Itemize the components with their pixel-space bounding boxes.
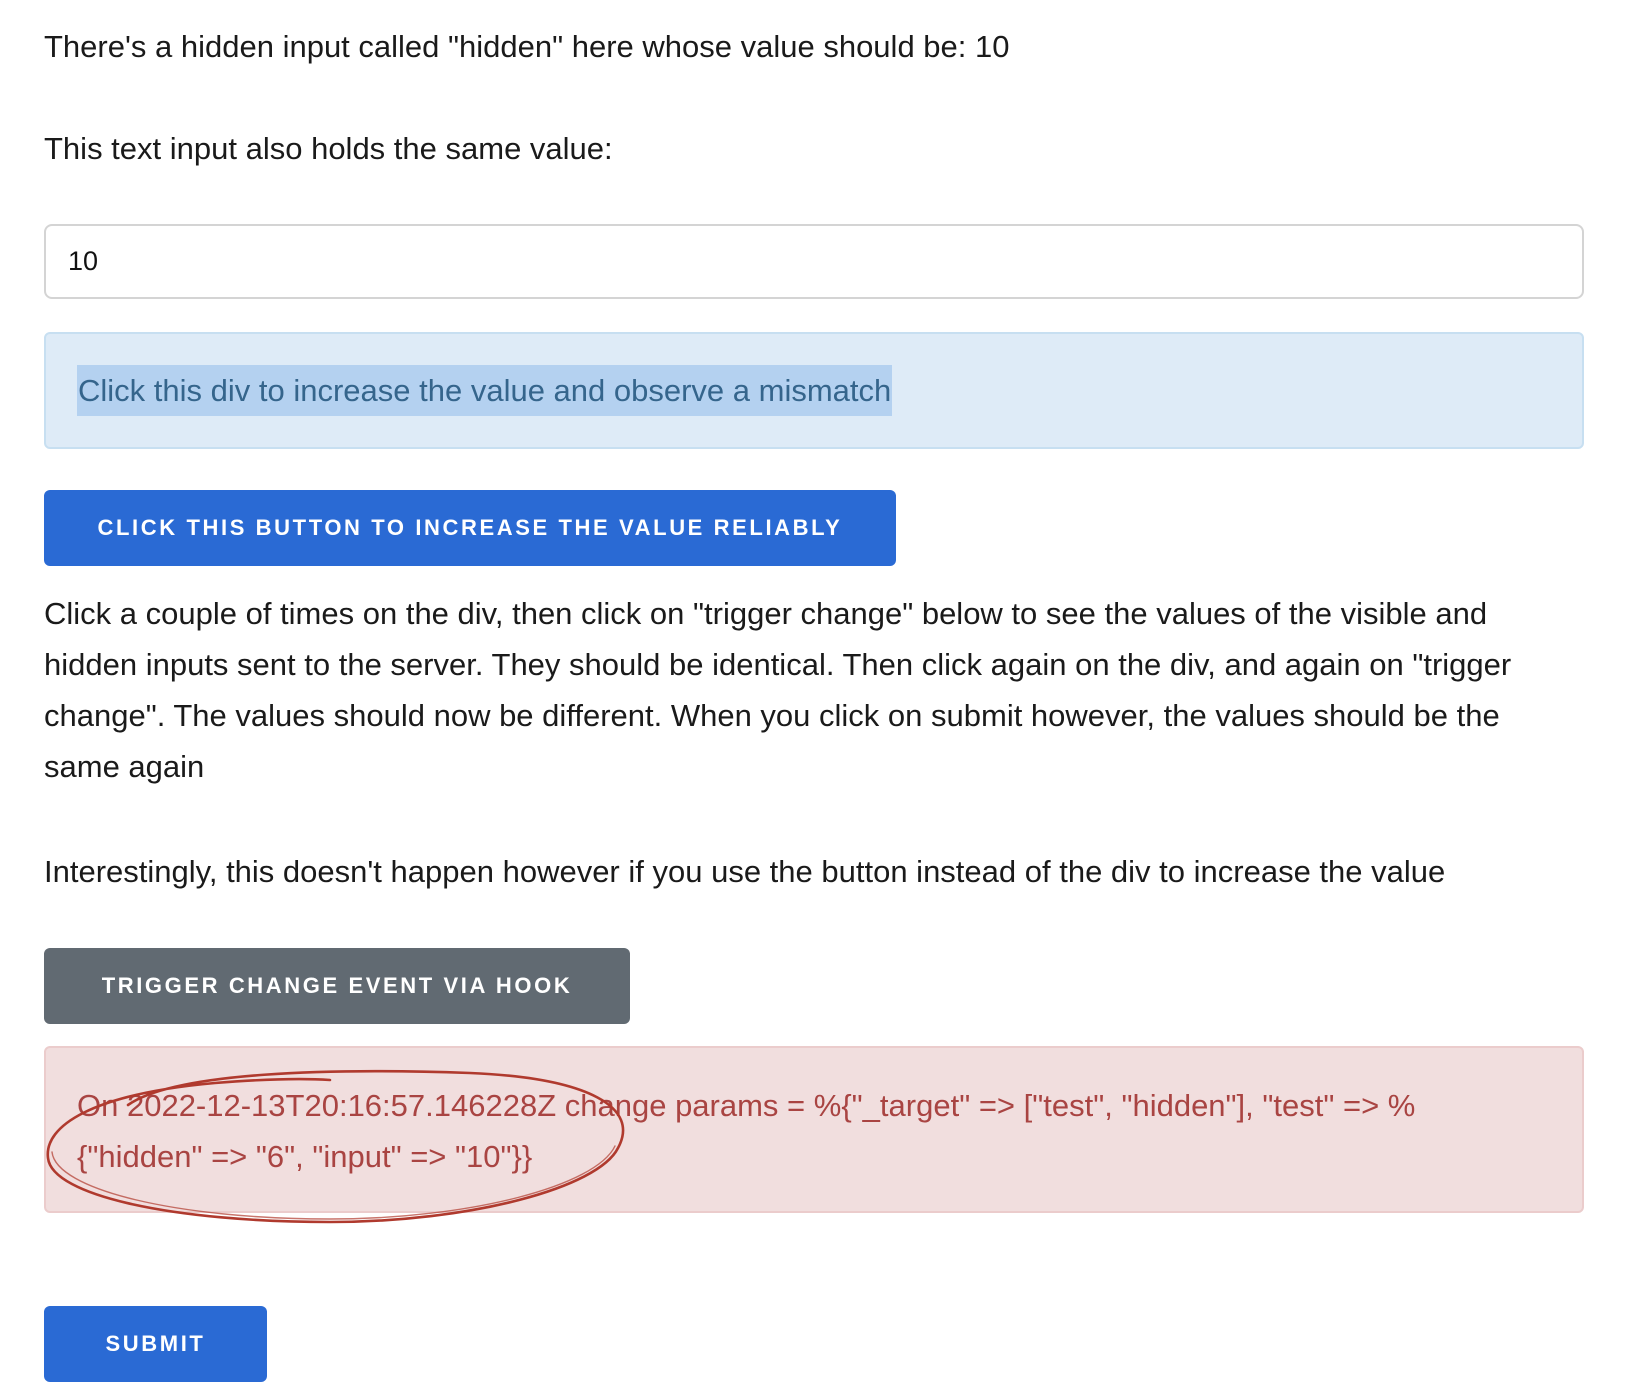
value-text-input[interactable]: [44, 224, 1584, 299]
increase-value-div-label: Click this div to increase the value and…: [77, 365, 893, 416]
instructions-text: Click a couple of times on the div, then…: [44, 596, 1512, 784]
increase-value-button[interactable]: CLICK THIS BUTTON TO INCREASE THE VALUE …: [44, 490, 896, 566]
increase-value-div[interactable]: Click this div to increase the value and…: [44, 332, 1584, 449]
hidden-input-intro: There's a hidden input called "hidden" h…: [44, 29, 1010, 64]
trigger-change-button[interactable]: TRIGGER CHANGE EVENT VIA HOOK: [44, 948, 630, 1024]
change-params-message: On 2022-12-13T20:16:57.146228Z change pa…: [77, 1088, 1416, 1174]
note-text: Interestingly, this doesn't happen howev…: [44, 854, 1446, 889]
change-params-alert: On 2022-12-13T20:16:57.146228Z change pa…: [44, 1046, 1584, 1213]
submit-button[interactable]: SUBMIT: [44, 1306, 267, 1382]
text-input-description: This text input also holds the same valu…: [44, 131, 613, 166]
